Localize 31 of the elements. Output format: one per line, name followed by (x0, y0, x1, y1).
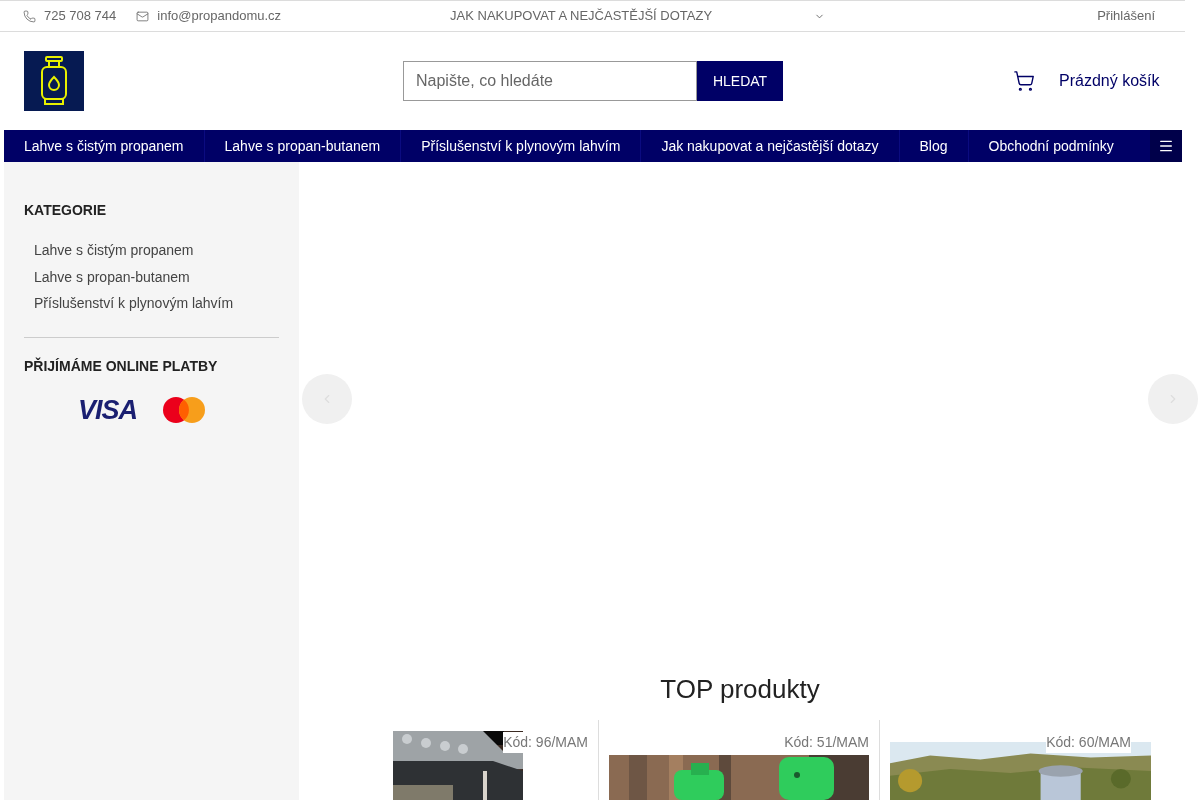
gas-bottle-icon (40, 56, 68, 106)
mastercard-logo (163, 397, 205, 423)
menu-icon (1158, 138, 1174, 154)
visa-logo: VISA (78, 396, 137, 424)
login-link[interactable]: Přihlášení (1097, 6, 1155, 26)
cart-link[interactable]: Prázdný košík (1059, 69, 1160, 93)
product-card[interactable]: Kód: 51/MAM (598, 720, 879, 800)
section-title: TOP produkty (659, 673, 821, 706)
nav-item[interactable]: Příslušenství k plynovým lahvím (400, 130, 641, 162)
nav-item[interactable]: Lahve s čistým propanem (4, 130, 204, 162)
sidebar-title: PŘIJÍMÁME ONLINE PLATBY (24, 356, 219, 376)
nav-item[interactable]: Jak nakupovat a nejčastější dotazy (640, 130, 899, 162)
category-link[interactable]: Příslušenství k plynovým lahvím (24, 290, 279, 317)
product-card[interactable]: Kód: 96/MAM (393, 720, 598, 800)
category-link[interactable]: Lahve s čistým propanem (24, 237, 279, 264)
mail-icon (136, 9, 150, 23)
phone-icon (23, 9, 36, 23)
logo[interactable] (24, 51, 84, 111)
category-link[interactable]: Lahve s propan-butanem (24, 263, 279, 290)
nav-item[interactable]: Obchodní podmínky (967, 130, 1134, 162)
sidebar-title: KATEGORIE (24, 201, 108, 220)
product-code: Kód: 96/MAM (503, 732, 588, 753)
cart-icon[interactable] (1013, 70, 1035, 92)
top-link[interactable]: JAK NAKUPOVAT A NEJČASTĚJŠÍ DOTAZY (450, 6, 713, 26)
nav-item[interactable]: Blog (898, 130, 968, 162)
phone-number: 725 708 744 (44, 7, 117, 26)
search-field[interactable]: Napište, co hledáte (403, 61, 697, 101)
product-card[interactable]: Kód: 60/MAM (879, 720, 1161, 800)
email-link[interactable]: info@propandomu.cz (157, 6, 282, 26)
search-button[interactable]: HLEDAT (697, 61, 783, 101)
menu-button[interactable] (1150, 130, 1182, 162)
